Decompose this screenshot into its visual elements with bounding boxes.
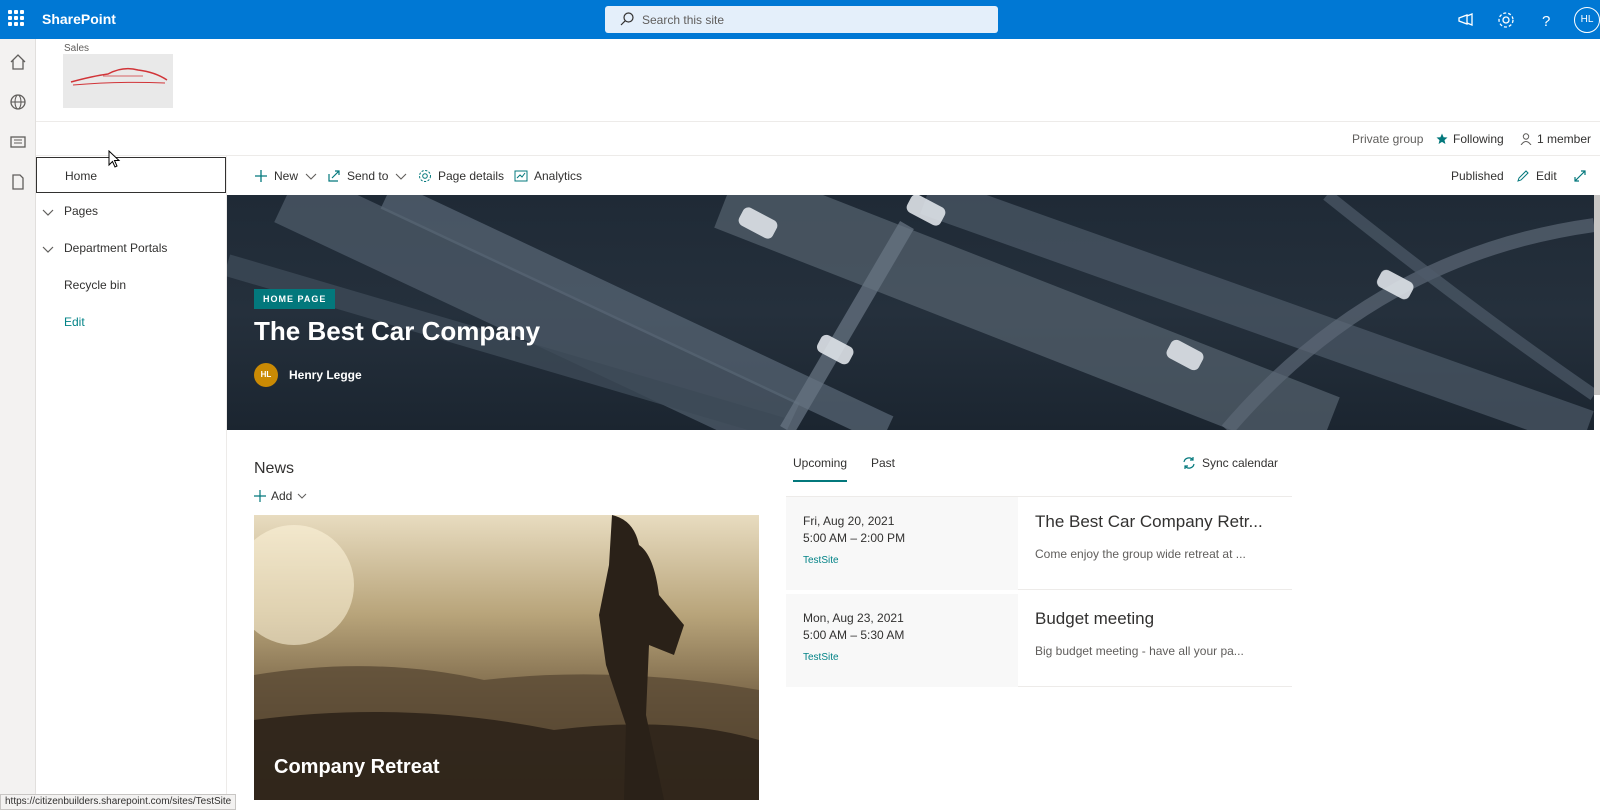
mouse-cursor-icon <box>108 150 121 168</box>
event-date-block: Fri, Aug 20, 2021 5:00 AM – 2:00 PM Test… <box>786 497 1018 590</box>
search-placeholder: Search this site <box>642 13 725 27</box>
user-avatar[interactable]: HL <box>1574 7 1600 33</box>
person-icon <box>1520 133 1532 145</box>
event-title: Budget meeting <box>1035 609 1155 628</box>
svg-text:?: ? <box>1542 13 1550 30</box>
nav-item-label: Recycle bin <box>64 278 127 292</box>
analytics-label: Analytics <box>534 169 583 183</box>
members-label: 1 member <box>1537 132 1592 146</box>
nav-item-label: Department Portals <box>64 241 168 255</box>
star-icon <box>1436 133 1448 144</box>
event-date: Mon, Aug 23, 2021 <box>803 611 904 625</box>
nav-item-label: Home <box>65 169 98 183</box>
site-header: Sales <box>36 39 1600 122</box>
event-title: The Best Car Company Retr... <box>1035 512 1263 531</box>
app-bar <box>0 39 36 810</box>
site-logo[interactable] <box>63 54 173 108</box>
car-logo-icon <box>70 67 168 86</box>
gear-icon[interactable] <box>1496 10 1516 30</box>
command-bar: New Send to Page details Analytics Publi… <box>227 156 1600 195</box>
plus-icon <box>255 170 267 182</box>
expand-icon[interactable] <box>1573 169 1587 183</box>
site-status-bar: Private group Following 1 member <box>36 122 1600 156</box>
event-time: 5:00 AM – 2:00 PM <box>803 531 906 545</box>
tab-past[interactable]: Past <box>871 456 895 470</box>
left-navigation: Home Pages Department Portals Recycle bi… <box>36 156 227 810</box>
new-label: New <box>274 169 299 183</box>
site-name[interactable]: Sales <box>64 43 89 54</box>
home-page-tag: HOME PAGE <box>254 289 336 309</box>
news-add-button[interactable]: Add <box>254 489 307 503</box>
analytics-button[interactable]: Analytics <box>514 167 582 185</box>
sync-icon <box>1183 457 1195 469</box>
analytics-icon <box>514 170 528 182</box>
highway-image <box>227 195 1594 430</box>
settings-icon <box>419 170 431 182</box>
event-location[interactable]: TestSite <box>803 555 839 566</box>
nav-item-department-portals[interactable]: Department Portals <box>36 230 226 266</box>
search-box[interactable]: Search this site <box>605 6 998 33</box>
chevron-down-icon[interactable] <box>42 206 54 218</box>
published-status: Published <box>1451 169 1504 183</box>
sharepoint-brand[interactable]: SharePoint <box>42 11 116 27</box>
news-heading: News <box>254 460 295 477</box>
nav-item-label: Pages <box>64 204 99 218</box>
page-details-button[interactable]: Page details <box>418 167 504 185</box>
search-icon <box>620 12 634 26</box>
members-button[interactable]: 1 member <box>1520 132 1591 146</box>
author-name[interactable]: Henry Legge <box>289 368 362 382</box>
nav-item-label: Edit <box>64 315 85 329</box>
tab-upcoming[interactable]: Upcoming <box>793 456 848 482</box>
news-icon[interactable] <box>8 132 28 152</box>
sync-calendar-button[interactable]: Sync calendar <box>1182 456 1278 470</box>
chevron-down-icon <box>298 493 307 499</box>
edit-label: Edit <box>1536 169 1557 183</box>
author-avatar[interactable]: HL <box>254 363 278 387</box>
event-description: Big budget meeting - have all your pa... <box>1035 644 1244 658</box>
following-label: Following <box>1453 132 1504 146</box>
event-date: Fri, Aug 20, 2021 <box>803 514 895 528</box>
suite-bar: SharePoint Search this site ? HL <box>0 0 1600 39</box>
news-card[interactable]: Company Retreat <box>254 515 759 800</box>
chevron-down-icon <box>395 173 407 180</box>
vertical-scrollbar[interactable] <box>1594 195 1600 395</box>
pencil-icon <box>1517 170 1529 182</box>
globe-icon[interactable] <box>8 92 28 112</box>
news-card-title: Company Retreat <box>274 756 440 778</box>
event-card[interactable]: Mon, Aug 23, 2021 5:00 AM – 5:30 AM Test… <box>786 594 1292 687</box>
help-icon[interactable]: ? <box>1536 10 1556 30</box>
page-details-label: Page details <box>438 169 505 183</box>
sync-calendar-label: Sync calendar <box>1202 456 1279 470</box>
event-description: Come enjoy the group wide retreat at ... <box>1035 547 1246 561</box>
privacy-label: Private group <box>1352 132 1424 146</box>
news-add-label: Add <box>271 489 293 503</box>
chevron-down-icon[interactable] <box>42 243 54 255</box>
event-location[interactable]: TestSite <box>803 652 839 663</box>
follow-button[interactable]: Following <box>1436 132 1504 146</box>
nav-edit-link[interactable]: Edit <box>36 304 226 340</box>
document-icon[interactable] <box>8 172 28 192</box>
nav-item-home[interactable]: Home <box>36 157 226 193</box>
event-time: 5:00 AM – 5:30 AM <box>803 628 905 642</box>
send-to-label: Send to <box>347 169 389 183</box>
event-date-block: Mon, Aug 23, 2021 5:00 AM – 5:30 AM Test… <box>786 594 1018 687</box>
plus-icon <box>254 490 266 502</box>
event-card[interactable]: Fri, Aug 20, 2021 5:00 AM – 2:00 PM Test… <box>786 497 1292 590</box>
nav-item-recycle-bin[interactable]: Recycle bin <box>36 267 226 303</box>
share-icon <box>328 170 340 182</box>
page-title: The Best Car Company <box>254 316 541 346</box>
link-status-url: https://citizenbuilders.sharepoint.com/s… <box>0 794 237 810</box>
new-button[interactable]: New <box>254 167 318 185</box>
edit-button[interactable]: Edit <box>1516 167 1557 185</box>
megaphone-icon[interactable] <box>1456 10 1476 30</box>
hero-banner[interactable]: HOME PAGE The Best Car Company HL Henry … <box>227 195 1594 430</box>
home-icon[interactable] <box>8 52 28 72</box>
send-to-button[interactable]: Send to <box>327 167 408 185</box>
chevron-down-icon <box>305 173 317 180</box>
nav-item-pages[interactable]: Pages <box>36 193 226 229</box>
app-launcher-icon[interactable] <box>8 10 24 26</box>
